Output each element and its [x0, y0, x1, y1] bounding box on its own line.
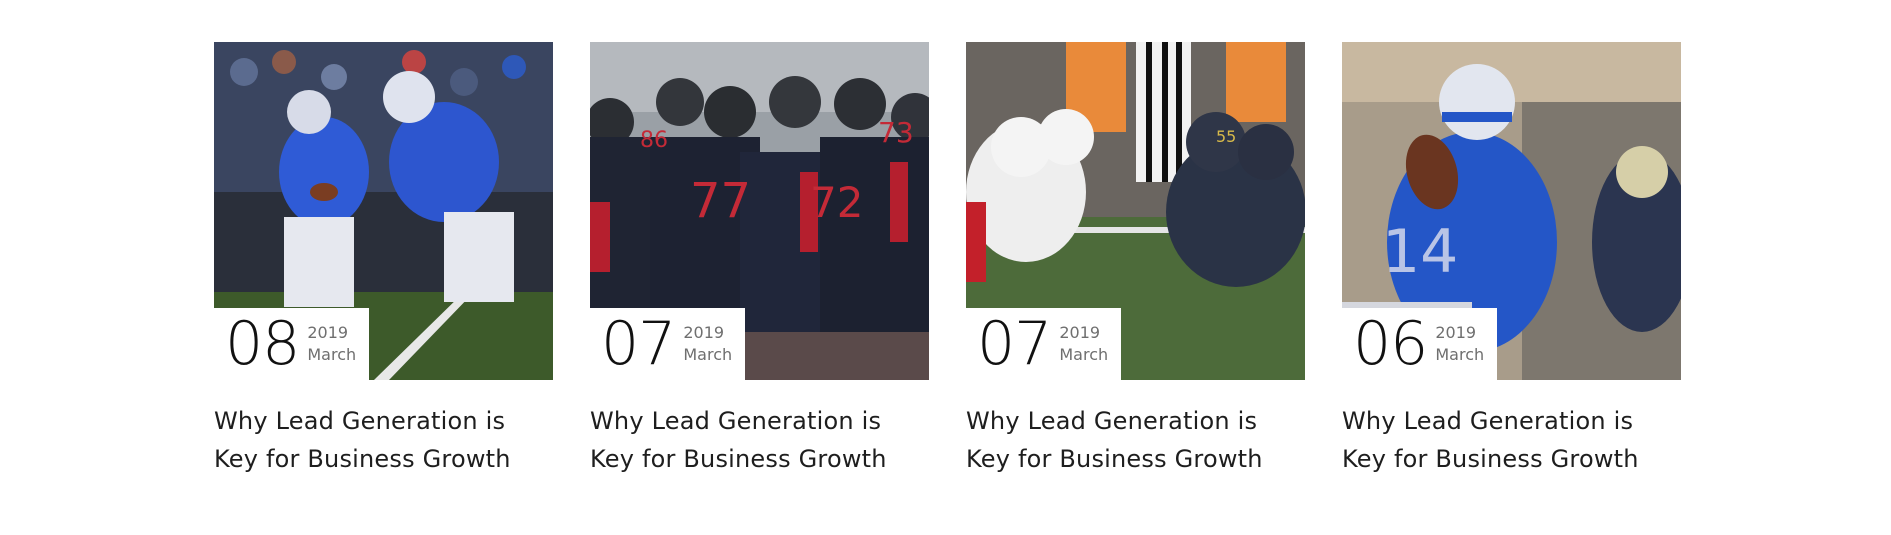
svg-text:55: 55 [1216, 127, 1236, 146]
svg-text:73: 73 [878, 116, 914, 149]
post-title[interactable]: Why Lead Generation is Key for Business … [590, 402, 929, 478]
post-year-month: 2019 March [307, 322, 356, 366]
blog-post-grid: 08 2019 March Why Lead Generation is Key… [214, 42, 1681, 478]
post-thumbnail[interactable]: 77 72 73 86 07 2019 March [590, 42, 929, 380]
blog-post-card[interactable]: 08 2019 March Why Lead Generation is Key… [214, 42, 553, 478]
post-year: 2019 [1059, 323, 1101, 342]
post-thumbnail[interactable]: 08 2019 March [214, 42, 553, 380]
post-date-badge: 07 2019 March [590, 308, 745, 380]
blog-post-card[interactable]: 77 72 73 86 07 2019 March Why Lead Gener… [590, 42, 929, 478]
svg-text:77: 77 [690, 173, 751, 229]
post-day: 08 [225, 309, 300, 379]
post-day: 07 [601, 309, 676, 379]
post-title[interactable]: Why Lead Generation is Key for Business … [1342, 402, 1681, 478]
post-year: 2019 [683, 323, 725, 342]
post-date-badge: 06 2019 March [1342, 308, 1497, 380]
post-month: March [683, 345, 733, 364]
post-title[interactable]: Why Lead Generation is Key for Business … [966, 402, 1305, 478]
post-thumbnail[interactable]: 14 06 2019 March [1342, 42, 1681, 380]
post-month: March [1059, 345, 1109, 364]
post-month: March [307, 345, 357, 364]
post-day: 07 [977, 309, 1052, 379]
post-year-month: 2019 March [1435, 322, 1484, 366]
post-year: 2019 [1435, 323, 1477, 342]
post-month: March [1435, 345, 1485, 364]
post-year-month: 2019 March [683, 322, 732, 366]
svg-text:86: 86 [640, 128, 668, 153]
post-year: 2019 [307, 323, 349, 342]
post-year-month: 2019 March [1059, 322, 1108, 366]
svg-text:72: 72 [810, 178, 863, 227]
svg-text:14: 14 [1382, 217, 1458, 287]
post-title[interactable]: Why Lead Generation is Key for Business … [214, 402, 553, 478]
blog-post-card[interactable]: 14 06 2019 March Why Lead Generation is … [1342, 42, 1681, 478]
post-day: 06 [1353, 309, 1428, 379]
post-date-badge: 08 2019 March [214, 308, 369, 380]
post-thumbnail[interactable]: 55 07 2019 March [966, 42, 1305, 380]
post-date-badge: 07 2019 March [966, 308, 1121, 380]
blog-post-card[interactable]: 55 07 2019 March Why Lead Generation is … [966, 42, 1305, 478]
